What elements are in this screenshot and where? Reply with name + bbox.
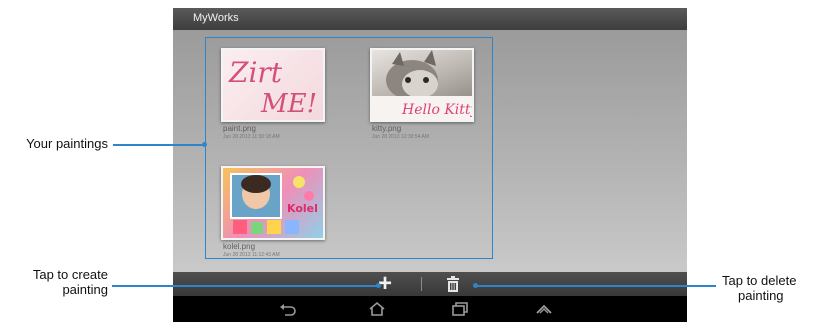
action-bar: + xyxy=(173,272,687,296)
recent-apps-icon[interactable] xyxy=(451,301,469,317)
create-label-line1: Tap to create xyxy=(32,267,108,282)
menu-up-icon[interactable] xyxy=(535,301,553,317)
action-divider xyxy=(421,277,422,291)
delete-label-line1: Tap to delete xyxy=(722,273,797,288)
system-nav-bar xyxy=(173,296,687,322)
back-icon[interactable] xyxy=(279,301,297,317)
trash-icon[interactable] xyxy=(445,276,461,292)
app-title: MyWorks xyxy=(193,12,239,24)
create-pointer-line xyxy=(112,285,378,287)
home-icon[interactable] xyxy=(368,301,386,317)
create-label-line2: painting xyxy=(62,282,108,297)
paintings-highlight-box xyxy=(205,37,493,259)
your-paintings-pointer-line xyxy=(113,144,205,146)
create-pointer-dot xyxy=(376,283,381,288)
delete-label-line2: painting xyxy=(738,288,784,303)
your-paintings-label: Your paintings xyxy=(26,136,108,151)
delete-pointer-dot xyxy=(473,283,478,288)
title-bar: MyWorks xyxy=(173,8,687,30)
delete-pointer-line xyxy=(476,285,716,287)
your-paintings-pointer-dot xyxy=(202,142,207,147)
